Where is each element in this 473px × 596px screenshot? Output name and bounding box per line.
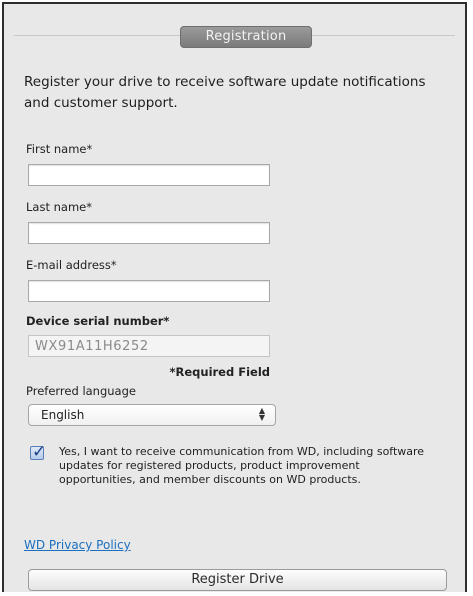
language-label: Preferred language	[26, 384, 136, 398]
language-selected-value: English	[41, 408, 85, 422]
privacy-policy-link[interactable]: WD Privacy Policy	[24, 538, 131, 552]
email-label: E-mail address*	[26, 258, 117, 272]
register-drive-button[interactable]: Register Drive	[28, 569, 447, 591]
select-arrows-icon: ▲ ▼	[258, 406, 265, 422]
first-name-input[interactable]	[28, 164, 270, 186]
language-select[interactable]: English ▲ ▼	[28, 404, 276, 426]
intro-text: Register your drive to receive software …	[24, 74, 426, 111]
last-name-input[interactable]	[28, 222, 270, 244]
email-input[interactable]	[28, 280, 270, 302]
last-name-label: Last name*	[26, 200, 92, 214]
consent-text: Yes, I want to receive communication fro…	[59, 445, 425, 486]
consent-checkbox[interactable]: ✓	[30, 442, 46, 462]
registration-panel: Registration Register your drive to rece…	[2, 2, 467, 592]
first-name-label: First name*	[26, 142, 93, 156]
required-field-note: *Required Field	[169, 365, 270, 379]
serial-label: Device serial number*	[26, 314, 170, 328]
serial-number-field: WX91A11H6252	[28, 335, 270, 357]
checkmark-icon: ✓	[32, 442, 47, 462]
registration-tab[interactable]: Registration	[180, 26, 312, 48]
